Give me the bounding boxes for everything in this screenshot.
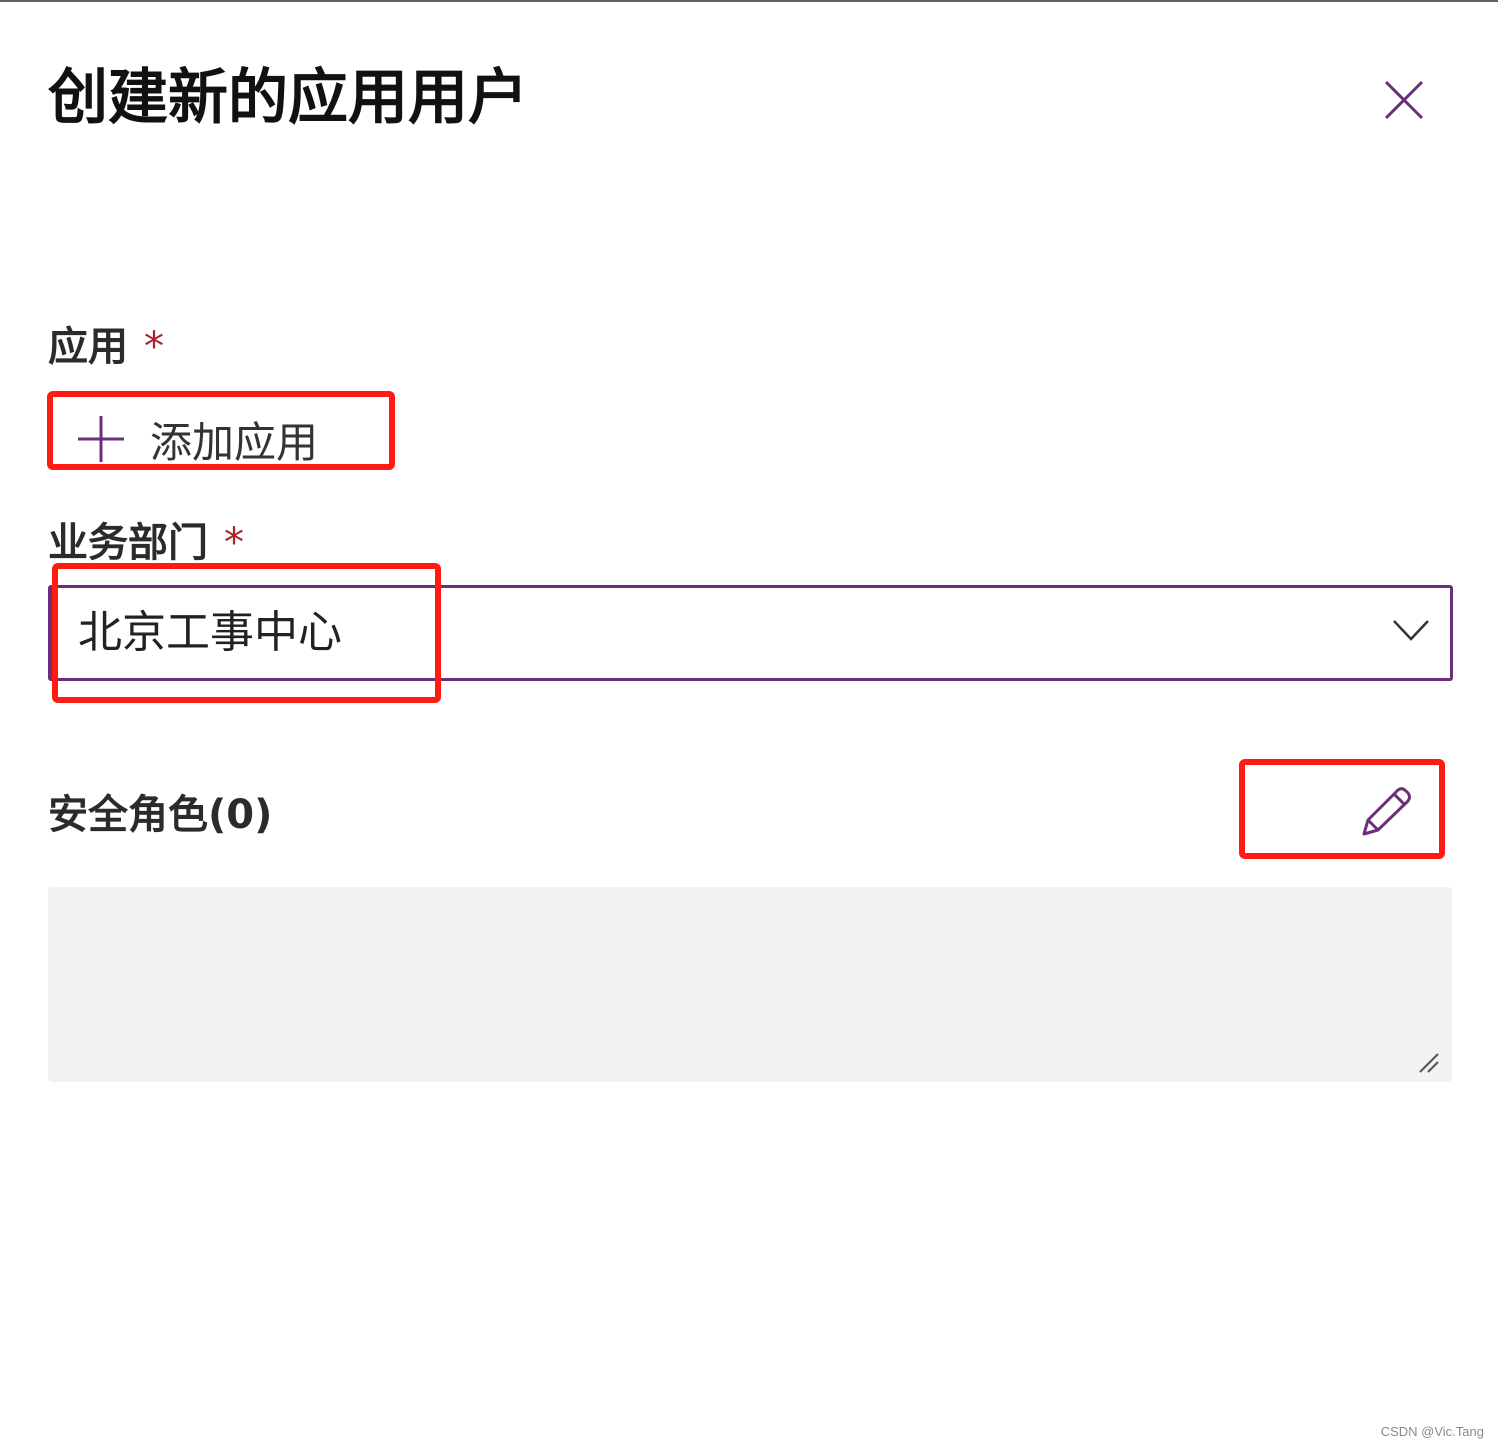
- top-divider: [0, 0, 1498, 2]
- plus-icon: [78, 416, 124, 462]
- dialog-title: 创建新的应用用户: [48, 63, 528, 133]
- business-unit-label-text: 业务部门: [48, 520, 208, 566]
- close-icon: [1384, 80, 1424, 120]
- application-label: 应用 *: [48, 322, 164, 372]
- required-marker: *: [224, 520, 244, 566]
- watermark: CSDN @Vic.Tang: [1380, 1424, 1484, 1439]
- application-label-text: 应用: [48, 324, 128, 370]
- required-marker: *: [144, 324, 164, 370]
- resize-handle-icon[interactable]: [1418, 1052, 1440, 1074]
- pencil-icon: [1362, 787, 1411, 836]
- add-application-label: 添加应用: [150, 417, 319, 467]
- business-unit-label: 业务部门 *: [48, 518, 244, 568]
- edit-security-roles-button[interactable]: [1358, 784, 1414, 840]
- annotation-box-edit-roles: [1239, 759, 1445, 859]
- close-button[interactable]: [1378, 74, 1430, 126]
- security-roles-label: 安全角色(0): [48, 792, 273, 838]
- create-app-user-dialog: 创建新的应用用户 应用 * 添加应用 业务部门 * 北京工事中心 安全角色(0): [0, 0, 1498, 1449]
- business-unit-select[interactable]: 北京工事中心: [48, 585, 1453, 681]
- business-unit-value: 北京工事中心: [78, 607, 342, 658]
- security-roles-textarea[interactable]: [48, 887, 1452, 1082]
- add-application-button[interactable]: 添加应用: [62, 404, 318, 474]
- chevron-down-icon: [1393, 620, 1429, 641]
